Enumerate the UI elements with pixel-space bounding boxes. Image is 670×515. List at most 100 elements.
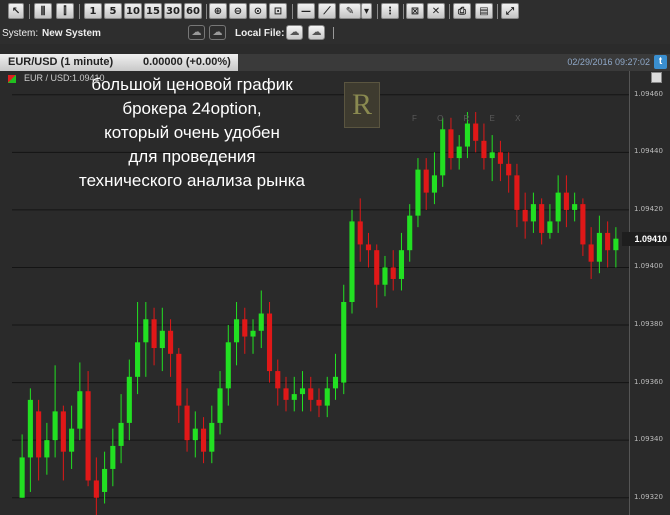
candle-body bbox=[464, 123, 470, 147]
candle-body bbox=[613, 238, 619, 251]
candle-body bbox=[440, 129, 446, 176]
candle bbox=[415, 158, 421, 228]
overlay-line: большой ценовой график bbox=[91, 75, 293, 94]
timeframe-1-button[interactable]: 1 bbox=[84, 3, 102, 19]
candle-body bbox=[332, 376, 339, 389]
candle bbox=[365, 232, 372, 268]
export-icon[interactable]: ▤ bbox=[475, 3, 493, 19]
candle-body bbox=[69, 428, 75, 452]
candle-body bbox=[192, 428, 198, 441]
candle-body bbox=[448, 129, 454, 159]
candle bbox=[349, 209, 355, 314]
chart-tab[interactable]: EUR/USD (1 minute) 0.00000 (+0.00%) bbox=[0, 54, 238, 71]
candle bbox=[572, 192, 578, 222]
zoom-reset-icon[interactable]: ⊙ bbox=[249, 3, 267, 19]
candle-body bbox=[27, 399, 33, 458]
twitter-icon[interactable]: t bbox=[654, 55, 667, 69]
cursor-icon[interactable]: ↖ bbox=[8, 3, 24, 19]
candle-body bbox=[489, 152, 495, 159]
cloud-download-icon[interactable]: ☁ bbox=[188, 25, 205, 40]
y-tick-label: 1.09340 bbox=[634, 435, 663, 444]
print-icon[interactable]: ⎙ bbox=[453, 3, 471, 19]
timeframe-5-button[interactable]: 5 bbox=[104, 3, 122, 19]
local-file-save-icon[interactable]: ☁ bbox=[308, 25, 325, 40]
candle-body bbox=[36, 411, 42, 458]
candle bbox=[266, 302, 273, 383]
candle-body bbox=[118, 422, 124, 446]
zoom-in-icon[interactable]: ⊕ bbox=[209, 3, 227, 19]
y-tick-label: 1.09380 bbox=[634, 320, 663, 329]
candle-body bbox=[258, 313, 264, 331]
zoom-area-icon[interactable]: ⊡ bbox=[269, 3, 287, 19]
separator bbox=[497, 4, 498, 19]
candle-body bbox=[506, 163, 512, 176]
candle bbox=[431, 152, 438, 205]
timeframe-60-button[interactable]: 60 bbox=[184, 3, 202, 19]
minimize-icon[interactable] bbox=[651, 72, 662, 83]
candle-body bbox=[143, 319, 149, 343]
candle-body bbox=[44, 440, 50, 458]
timeframe-15-button[interactable]: 15 bbox=[144, 3, 162, 19]
candle-body bbox=[588, 244, 594, 262]
candle bbox=[102, 451, 108, 504]
candle-body bbox=[539, 204, 545, 233]
y-tick-label: 1.09400 bbox=[634, 262, 663, 271]
pencil-icon[interactable]: ✎ bbox=[339, 3, 361, 19]
candle bbox=[225, 325, 231, 406]
candle bbox=[382, 255, 388, 297]
candle bbox=[613, 227, 619, 268]
candle-body bbox=[159, 330, 165, 349]
candle-body bbox=[522, 209, 528, 222]
candle bbox=[605, 221, 611, 268]
candle-body bbox=[398, 250, 405, 279]
candle bbox=[514, 163, 520, 228]
timeframe-10-button[interactable]: 10 bbox=[124, 3, 142, 19]
candle bbox=[27, 388, 33, 492]
trend-line-icon[interactable]: ⟋ bbox=[318, 3, 336, 19]
candle-body bbox=[580, 204, 586, 245]
local-file-open-icon[interactable]: ☁ bbox=[286, 25, 303, 40]
candle bbox=[489, 135, 495, 182]
fullscreen-icon[interactable]: ⤢ bbox=[501, 3, 519, 19]
candle-body bbox=[497, 152, 503, 164]
candle-body bbox=[233, 319, 240, 343]
candle bbox=[588, 227, 594, 279]
candlestick-chart-icon[interactable]: ⫿ bbox=[56, 3, 74, 19]
candle-body bbox=[365, 244, 372, 251]
candle bbox=[69, 405, 75, 469]
cloud-upload-icon[interactable]: ☁ bbox=[209, 25, 226, 40]
candle-body bbox=[275, 371, 281, 389]
system-name: New System bbox=[42, 28, 101, 39]
timeframe-30-button[interactable]: 30 bbox=[164, 3, 182, 19]
candle bbox=[374, 244, 380, 308]
candle-body bbox=[374, 250, 380, 285]
candle-body bbox=[514, 175, 520, 210]
candle-body bbox=[184, 405, 190, 441]
delete-selected-icon[interactable]: ⊠ bbox=[406, 3, 424, 19]
candle bbox=[539, 198, 545, 245]
candle-body bbox=[266, 313, 273, 372]
candle-body bbox=[217, 388, 223, 423]
candle-body bbox=[135, 342, 141, 377]
candle bbox=[407, 204, 413, 262]
candle-body bbox=[473, 123, 479, 141]
candle bbox=[233, 302, 240, 366]
candle-body bbox=[19, 457, 25, 498]
y-tick-label: 1.09360 bbox=[634, 377, 663, 386]
overlay-line: для проведения bbox=[128, 147, 256, 166]
candle-body bbox=[563, 192, 569, 210]
candle bbox=[547, 204, 553, 239]
candle bbox=[398, 232, 405, 291]
y-tick-label: 1.09420 bbox=[634, 204, 663, 213]
horizontal-line-icon[interactable]: — bbox=[297, 3, 315, 19]
close-icon[interactable]: ✕ bbox=[427, 3, 445, 19]
chevron-down-icon[interactable]: ▾ bbox=[361, 3, 372, 19]
zoom-out-icon[interactable]: ⊖ bbox=[229, 3, 247, 19]
bar-chart-icon[interactable]: ⫼ bbox=[34, 3, 52, 19]
candle-body bbox=[456, 146, 462, 159]
candle bbox=[555, 175, 561, 233]
grid-icon[interactable]: ⋮ bbox=[381, 3, 399, 19]
candle bbox=[332, 353, 339, 400]
candle bbox=[118, 394, 124, 464]
overlay-caption: большой ценовой график брокера 24option,… bbox=[58, 73, 326, 193]
